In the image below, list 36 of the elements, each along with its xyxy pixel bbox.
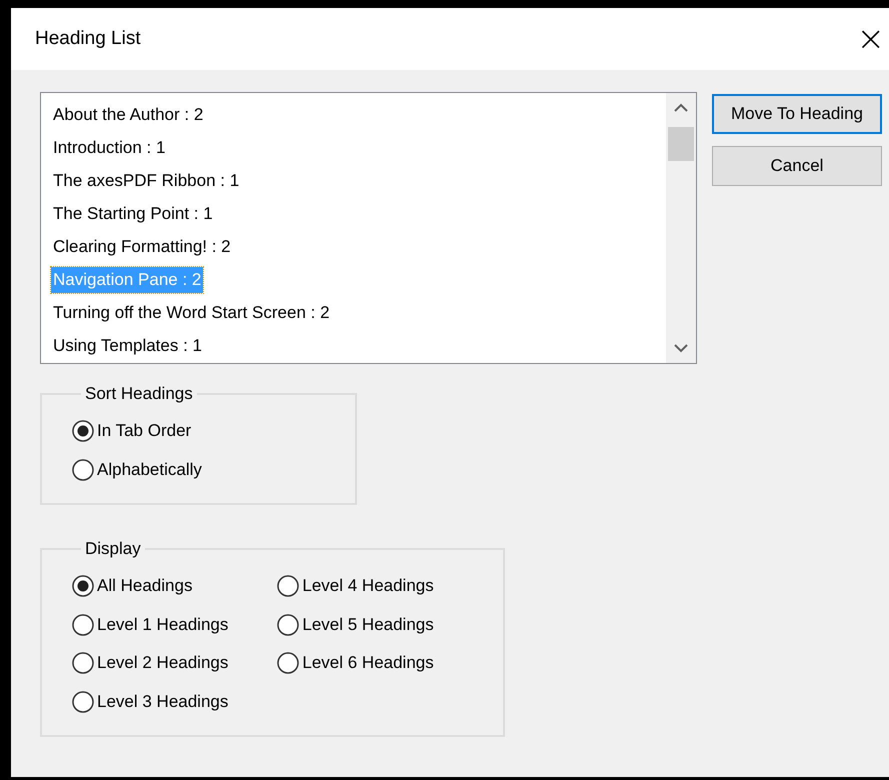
radio-button[interactable] xyxy=(276,612,300,637)
cancel-button[interactable]: Cancel xyxy=(712,146,882,186)
scroll-thumb[interactable] xyxy=(668,127,694,161)
scroll-up-icon[interactable] xyxy=(674,103,688,113)
option-label: Level 5 Headings xyxy=(302,614,434,635)
radio-button[interactable] xyxy=(71,458,95,482)
radio-button[interactable] xyxy=(71,612,95,637)
option-label: Level 3 Headings xyxy=(97,692,228,712)
list-item[interactable]: Turning off the Word Start Screen : 2 xyxy=(51,300,332,326)
option-label: Level 2 Headings xyxy=(97,653,228,674)
radio-button[interactable] xyxy=(71,690,95,714)
option-label: Level 6 Headings xyxy=(302,653,434,674)
scroll-down-icon[interactable] xyxy=(674,343,688,353)
option-label: Level 1 Headings xyxy=(97,614,228,635)
option-label: In Tab Order xyxy=(97,421,192,442)
list-item[interactable]: Introduction : 1 xyxy=(51,134,168,160)
group-title: Sort Headings xyxy=(84,384,194,404)
list-item[interactable]: The axesPDF Ribbon : 1 xyxy=(51,168,242,194)
move-button[interactable]: Move To Heading xyxy=(712,94,882,134)
group-title: Display xyxy=(84,539,142,559)
option-label: All Headings xyxy=(97,576,192,596)
window-title: Heading List xyxy=(35,28,141,50)
option-label: Level 4 Headings xyxy=(302,576,434,596)
list-item[interactable]: The Starting Point : 1 xyxy=(51,200,215,226)
radio-button[interactable] xyxy=(71,574,95,598)
radio-button[interactable] xyxy=(276,574,300,598)
heading-list[interactable]: About the Author : 2 Introduction : 1 The axesPDF Ribbon : 1 The Starting Point : 1 Clearing Formatting! : 2 Navigation Pane : 2 Turning off the Word Start Screen : 2 Using Templates : 1 xyxy=(40,92,697,364)
close-button[interactable]: × xyxy=(852,22,889,56)
list-item[interactable]: Using Templates : 1 xyxy=(51,332,204,358)
radio-button[interactable] xyxy=(71,419,95,444)
radio-button[interactable] xyxy=(71,651,95,676)
list-item[interactable]: Clearing Formatting! : 2 xyxy=(51,234,233,260)
scroll-bar[interactable] xyxy=(666,93,696,363)
option-label: Alphabetically xyxy=(97,460,202,480)
radio-button[interactable] xyxy=(276,651,300,676)
list-item[interactable]: About the Author : 2 xyxy=(51,102,206,128)
